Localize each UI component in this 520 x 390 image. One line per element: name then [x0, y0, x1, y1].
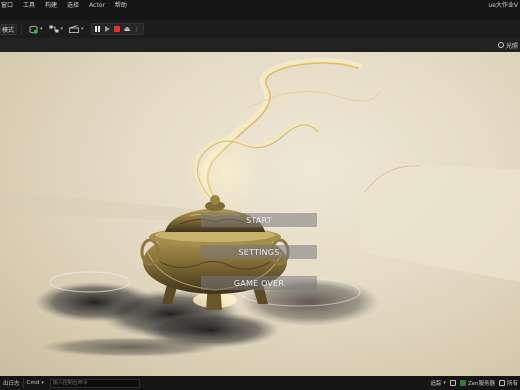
eject-icon: ⏏ — [123, 24, 131, 33]
output-log-button[interactable]: 出日志 — [0, 379, 23, 387]
cinematics-button[interactable]: ▾ — [66, 23, 87, 35]
chevron-down-icon: ▾ — [60, 26, 64, 32]
menu-actor[interactable]: Actor — [84, 0, 110, 11]
stop-icon — [114, 26, 121, 32]
menu-select[interactable]: 选择 — [62, 0, 84, 11]
quick-add-button[interactable]: ▾ — [26, 23, 46, 35]
console-input[interactable] — [49, 378, 140, 388]
pause-icon — [94, 26, 100, 32]
start-button[interactable]: START — [201, 213, 317, 227]
eject-button[interactable]: ⏏ — [124, 25, 131, 34]
scroll-paper — [360, 163, 520, 282]
zen-server-button[interactable]: Zen服务器 — [459, 379, 495, 387]
pause-button[interactable] — [94, 25, 101, 34]
level-viewport[interactable]: START SETTINGS GAME OVER — [0, 52, 520, 376]
toolbar-divider — [21, 23, 22, 35]
add-actor-icon — [29, 25, 38, 34]
chevron-down-icon: ▾ — [41, 380, 44, 386]
clapperboard-icon — [69, 25, 79, 33]
chevron-down-icon: ▾ — [443, 380, 446, 386]
stop-button[interactable] — [114, 25, 121, 34]
chevron-down-icon: ▾ — [40, 26, 43, 32]
settings-button[interactable]: SETTINGS — [201, 245, 317, 259]
paper-crease — [0, 192, 200, 222]
start-label: START — [246, 215, 272, 225]
zen-status-icon — [459, 380, 466, 386]
menu-tools[interactable]: 工具 — [18, 0, 40, 11]
status-bar: 出日志 Cmd ▾ 追踪 ▾ Zen服务器 所有 — [0, 376, 520, 390]
lit-mode-icon — [497, 42, 504, 48]
project-name: ue大作业V — [488, 2, 518, 9]
mode-label: 模式 — [2, 26, 15, 34]
play-options-button[interactable]: ⋮ — [134, 25, 141, 34]
blueprint-button[interactable]: ▾ — [46, 23, 67, 35]
viewport-header: 光照 — [0, 38, 520, 52]
game-over-label: GAME OVER — [233, 278, 285, 288]
menu-window[interactable]: 窗口 — [0, 0, 18, 11]
save-all-label: 所有 — [506, 381, 518, 387]
cmd-label: Cmd — [26, 380, 40, 386]
menu-help[interactable]: 帮助 — [110, 0, 132, 11]
settings-label: SETTINGS — [238, 247, 280, 257]
main-toolbar: 模式 ▾ ▾ ▾ ⏏ ⋮ — [0, 20, 520, 38]
more-options-icon: ⋮ — [134, 25, 141, 33]
status-right-group: 追踪 ▾ Zen服务器 所有 — [430, 376, 520, 390]
game-over-button[interactable]: GAME OVER — [201, 276, 317, 290]
save-icon — [498, 380, 505, 386]
view-mode-button[interactable]: 光照 — [497, 41, 520, 50]
step-frame-icon — [104, 26, 110, 32]
step-frame-button[interactable] — [104, 25, 111, 34]
chevron-down-icon: ▾ — [81, 26, 84, 32]
save-all-button[interactable]: 所有 — [498, 379, 518, 387]
menu-build[interactable]: 构建 — [40, 0, 62, 11]
zen-label: Zen服务器 — [467, 381, 495, 387]
smoke-glow — [185, 132, 265, 212]
derived-data-icon — [449, 380, 456, 386]
menu-bar: 窗口 工具 构建 选择 Actor 帮助 ue大作业V — [0, 0, 520, 11]
derived-data-button[interactable] — [449, 380, 456, 386]
play-controls: ⏏ ⋮ — [90, 23, 144, 35]
view-mode-label: 光照 — [505, 42, 518, 50]
mode-select[interactable]: 模式 — [0, 23, 17, 35]
trace-button[interactable]: 追踪 ▾ — [430, 379, 446, 387]
trace-label: 追踪 — [430, 381, 442, 387]
cmd-select[interactable]: Cmd ▾ — [22, 378, 47, 388]
blueprint-icon — [49, 25, 59, 33]
